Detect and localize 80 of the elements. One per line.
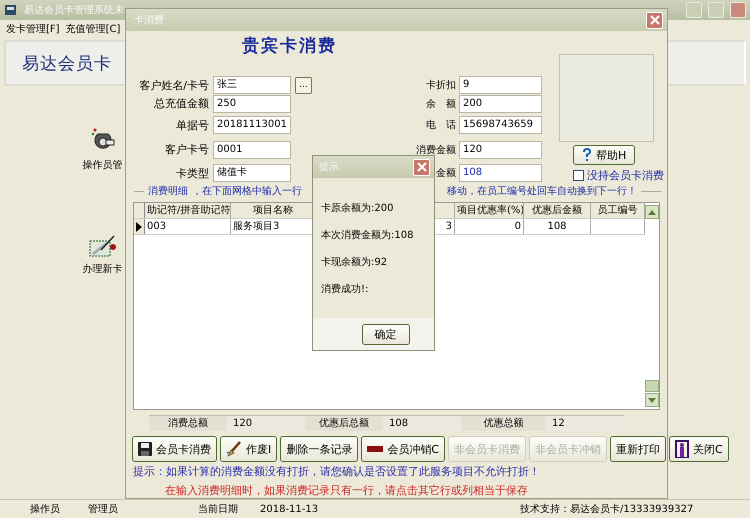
close-icon	[650, 15, 660, 25]
field-label: 单据号	[176, 118, 209, 132]
sidebar-item[interactable]: 办理新卡	[82, 262, 122, 276]
window-title: 易达会员卡管理系统未	[24, 4, 124, 17]
input-field[interactable]: 0001	[213, 140, 291, 158]
status-text: 技术支持：易达会员卡/13333939327	[520, 502, 694, 516]
dialog-heading: 贵宾卡消费	[241, 35, 338, 58]
checkbox-label: 没持会员卡消费	[587, 168, 664, 183]
status-text: 当前日期	[198, 502, 239, 516]
checkbox[interactable]	[573, 170, 584, 181]
help-button[interactable]: 帮助H	[573, 145, 636, 165]
column-header: 助记符/拼音助记符	[145, 203, 231, 218]
total-label: 消费总额	[149, 415, 227, 431]
scroll-thumb[interactable]	[645, 380, 659, 392]
field-label: 总充值金额	[154, 96, 209, 111]
door-icon	[674, 440, 689, 458]
column-header: 优惠后金额	[524, 203, 591, 218]
total-label: 优惠后总额	[305, 415, 383, 431]
minus-icon	[367, 446, 384, 452]
save-icon	[138, 442, 152, 456]
action-button[interactable]: 作废I	[220, 436, 278, 462]
menu-item[interactable]: 发卡管理[F]	[6, 22, 60, 36]
table-cell: 108	[524, 219, 591, 234]
total-value: 108	[383, 415, 461, 431]
message-text: 卡现余额为:92	[321, 256, 388, 270]
sidebar-item[interactable]: 操作员管	[82, 158, 122, 172]
status-text: 2018-11-13	[260, 504, 320, 514]
card-pen-icon[interactable]	[88, 234, 116, 258]
scroll-up-button[interactable]	[645, 205, 659, 219]
field-label: 卡类型	[176, 166, 209, 180]
ok-button[interactable]: 确定	[362, 324, 410, 344]
input-field[interactable]: 250	[213, 94, 291, 112]
menu-item[interactable]: 充值管理[C]	[66, 22, 120, 36]
scroll-down-button[interactable]	[645, 393, 659, 407]
browse-button[interactable]: ...	[295, 76, 312, 94]
status-text: 操作员	[30, 503, 61, 516]
action-button[interactable]: 重新打印	[610, 436, 666, 462]
input-field[interactable]: 储值卡	[213, 164, 291, 182]
up-arrow-icon	[648, 210, 656, 214]
question-icon	[582, 148, 592, 162]
input-field[interactable]: 108	[459, 164, 542, 182]
table-cell: 003	[145, 219, 231, 234]
row-pointer-icon	[136, 222, 142, 232]
input-field[interactable]: 200	[459, 94, 542, 112]
total-label: 优惠总额	[461, 415, 546, 431]
total-value: 120	[227, 415, 305, 431]
field-label: 卡折扣	[426, 78, 456, 92]
down-arrow-icon	[648, 398, 656, 402]
hint-text: 移动，在员工编号处回车自动换到下一行！	[447, 184, 637, 198]
dialog-title: 提示	[319, 161, 339, 174]
hint-text: ，在下面网格中输入一行	[192, 184, 302, 198]
field-label: 余 额	[426, 98, 456, 110]
field-label: 金额	[436, 166, 456, 180]
close-icon	[416, 162, 426, 172]
action-button[interactable]: 关闭C	[668, 436, 729, 462]
dialog-title: 卡消费	[134, 14, 164, 27]
field-label: 客户姓名/卡号	[139, 78, 209, 92]
input-field[interactable]: 15698743659	[459, 116, 542, 134]
field-label: 客户卡号	[165, 142, 209, 157]
input-field[interactable]: 张三	[213, 76, 291, 94]
action-button[interactable]: 删除一条记录	[280, 436, 358, 462]
action-button[interactable]: 会员卡消费	[132, 436, 217, 462]
status-text: 管理员	[88, 503, 119, 516]
input-field[interactable]: 9	[459, 76, 542, 94]
field-label: 消费金额	[416, 144, 456, 156]
app-icon	[4, 3, 18, 17]
input-field[interactable]: 120	[459, 140, 542, 158]
input-field[interactable]: 20181113001	[213, 116, 291, 134]
action-button[interactable]: 会员冲销C	[361, 436, 445, 462]
message-text: 消费成功!:	[321, 282, 370, 297]
tip-text: 在输入消费明细时，如果消费记录只有一行，请点击其它行或列相当于保存	[164, 483, 529, 499]
brush-icon	[226, 441, 242, 457]
section-title: 消费明细	[148, 184, 188, 198]
banner-title: 易达会员卡	[22, 52, 112, 74]
close-button[interactable]	[730, 2, 746, 18]
tip-text: 提示：如果计算的消费金额没有打折，请您确认是否设置了此服务项目不允许打折！	[132, 464, 541, 480]
message-text: 卡原余额为:200	[321, 202, 394, 216]
total-value: 12	[546, 415, 624, 431]
table-cell: 0	[455, 219, 524, 234]
field-label: 电 话	[426, 118, 456, 132]
